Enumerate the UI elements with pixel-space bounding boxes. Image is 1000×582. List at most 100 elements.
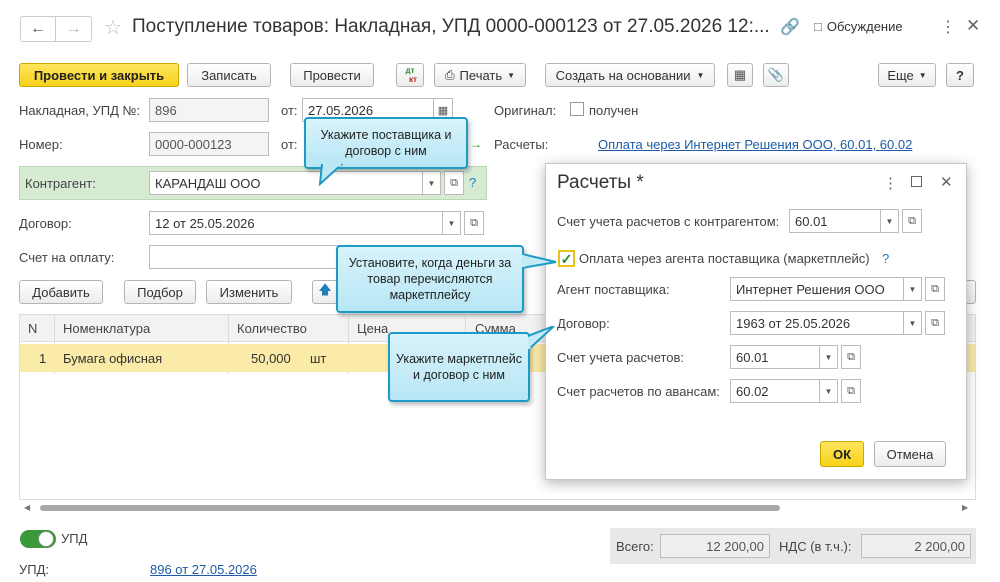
more-vert-icon[interactable]: ⋮: [940, 17, 956, 37]
chevron-down-icon[interactable]: ▼: [820, 379, 838, 403]
print-button[interactable]: ⎙ Печать ▼: [434, 63, 526, 87]
add-row-button[interactable]: Добавить: [19, 280, 103, 304]
arrow-up-icon: 🡅: [318, 282, 332, 297]
contractor-field[interactable]: КАРАНДАШ ООО: [149, 171, 423, 195]
discussion-icon: □: [814, 19, 822, 34]
original-received-label: получен: [589, 103, 639, 118]
contract-label: Договор:: [19, 216, 72, 231]
contractor-account-label: Счет учета расчетов с контрагентом:: [557, 214, 780, 229]
advance-label: Счет расчетов по авансам:: [557, 384, 720, 399]
agent-help-icon[interactable]: ?: [882, 251, 889, 266]
callout-supplier-pointer: [318, 164, 344, 186]
original-label: Оригинал:: [494, 103, 557, 118]
close-icon[interactable]: ✕: [940, 173, 953, 191]
move-up-button[interactable]: 🡅: [312, 280, 338, 304]
create-based-label: Создать на основании: [555, 67, 691, 83]
payment-account-field[interactable]: [149, 245, 349, 269]
from-label-2: от:: [281, 137, 298, 152]
more-vert-icon[interactable]: ⋮: [883, 174, 898, 192]
contract-field[interactable]: 12 от 25.05.2026: [149, 211, 443, 235]
account-field[interactable]: 60.01: [730, 345, 820, 369]
upd-toggle[interactable]: [20, 530, 56, 548]
scroll-right-icon[interactable]: ▶: [962, 503, 968, 512]
paperclip-icon: 📎: [767, 67, 785, 82]
original-checkbox[interactable]: [570, 102, 584, 116]
dtkt-green-icon[interactable]: →: [470, 137, 482, 151]
discussion-button[interactable]: □ Обсуждение: [814, 19, 903, 34]
cancel-button[interactable]: Отмена: [874, 441, 946, 467]
ok-button[interactable]: ОК: [820, 441, 864, 467]
agent-label: Агент поставщика:: [557, 282, 670, 297]
save-button[interactable]: Записать: [187, 63, 271, 87]
structure-icon: ▦: [733, 67, 747, 82]
agent-checkbox[interactable]: ✓: [558, 250, 575, 267]
total-field: 12 200,00: [660, 534, 770, 558]
open-account-icon[interactable]: ⧉: [902, 209, 922, 233]
invoice-number-field[interactable]: 896: [149, 98, 269, 122]
favorite-star-icon[interactable]: ☆: [104, 15, 122, 40]
number-field[interactable]: 0000-000123: [149, 132, 269, 156]
more-label: Еще: [887, 67, 914, 83]
settlements-link[interactable]: Оплата через Интернет Решения ООО, 60.01…: [598, 137, 912, 152]
discussion-label: Обсуждение: [826, 19, 903, 34]
dialog-title: Расчеты *: [557, 172, 644, 193]
from-label: от:: [281, 103, 298, 118]
edit-button[interactable]: Изменить: [206, 280, 292, 304]
select-button[interactable]: Подбор: [124, 280, 196, 304]
callout-supplier: Укажите поставщика и договор с ним: [304, 117, 468, 169]
total-label: Всего:: [616, 539, 654, 554]
help-button[interactable]: ?: [946, 63, 974, 87]
check-icon: ✓: [560, 250, 573, 267]
account-label: Счет учета расчетов:: [557, 350, 685, 365]
payment-account-label: Счет на оплату:: [19, 250, 115, 265]
callout-marketplace: Укажите маркетплейс и договор с ним: [388, 332, 530, 402]
chevron-down-icon: ▼: [696, 70, 705, 80]
upd-toggle-label: УПД: [61, 531, 88, 546]
structure-button[interactable]: ▦: [727, 63, 753, 87]
open-contract-icon[interactable]: ⧉: [464, 211, 484, 235]
chevron-down-icon: ▼: [507, 70, 516, 80]
toggle-knob: [38, 531, 54, 547]
attach-button[interactable]: 📎: [763, 63, 789, 87]
dt-kt-button[interactable]: дт кт: [396, 63, 424, 87]
scroll-left-icon[interactable]: ◀: [24, 503, 30, 512]
link-icon[interactable]: 🔗: [780, 17, 800, 37]
maximize-icon[interactable]: [911, 176, 922, 187]
contractor-help-icon[interactable]: ?: [469, 175, 476, 190]
advance-field[interactable]: 60.02: [730, 379, 820, 403]
nav-forward-button[interactable]: →: [56, 16, 92, 42]
post-button[interactable]: Провести: [290, 63, 374, 87]
create-based-on-button[interactable]: Создать на основании ▼: [545, 63, 715, 87]
upd-label: УПД:: [19, 562, 50, 577]
chevron-down-icon[interactable]: ▼: [820, 345, 838, 369]
horizontal-scrollbar[interactable]: [40, 505, 780, 511]
post-and-close-button[interactable]: Провести и закрыть: [19, 63, 179, 87]
dt-kt-icon-top: дт: [405, 66, 415, 75]
chevron-down-icon[interactable]: ▼: [443, 211, 461, 235]
invoice-label: Накладная, УПД №:: [19, 103, 141, 118]
chevron-down-icon[interactable]: ▼: [881, 209, 899, 233]
number-label: Номер:: [19, 137, 63, 152]
chevron-down-icon[interactable]: ▼: [904, 277, 922, 301]
open-dialog-contract-icon[interactable]: ⧉: [925, 311, 945, 335]
open-contractor-icon[interactable]: ⧉: [444, 171, 464, 195]
nav-back-button[interactable]: ←: [20, 16, 56, 42]
open-agent-icon[interactable]: ⧉: [925, 277, 945, 301]
contractor-label: Контрагент:: [25, 176, 96, 191]
more-button[interactable]: Еще ▼: [878, 63, 936, 87]
open-account2-icon[interactable]: ⧉: [841, 345, 861, 369]
contractor-account-field[interactable]: 60.01: [789, 209, 881, 233]
chevron-down-icon[interactable]: ▼: [423, 171, 441, 195]
dialog-contract-field[interactable]: 1963 от 25.05.2026: [730, 311, 904, 335]
chevron-down-icon[interactable]: ▼: [904, 311, 922, 335]
callout-marketplace-pointer: [528, 326, 555, 352]
vat-label: НДС (в т.ч.):: [779, 539, 852, 554]
agent-field[interactable]: Интернет Решения ООО: [730, 277, 904, 301]
vat-field: 2 200,00: [861, 534, 971, 558]
open-advance-icon[interactable]: ⧉: [841, 379, 861, 403]
dt-kt-icon-bottom: кт: [409, 75, 417, 84]
printer-icon: ⎙: [444, 67, 455, 82]
upd-link[interactable]: 896 от 27.05.2026: [150, 562, 257, 577]
settlements-label: Расчеты:: [494, 137, 549, 152]
close-icon[interactable]: ✕: [966, 16, 980, 36]
